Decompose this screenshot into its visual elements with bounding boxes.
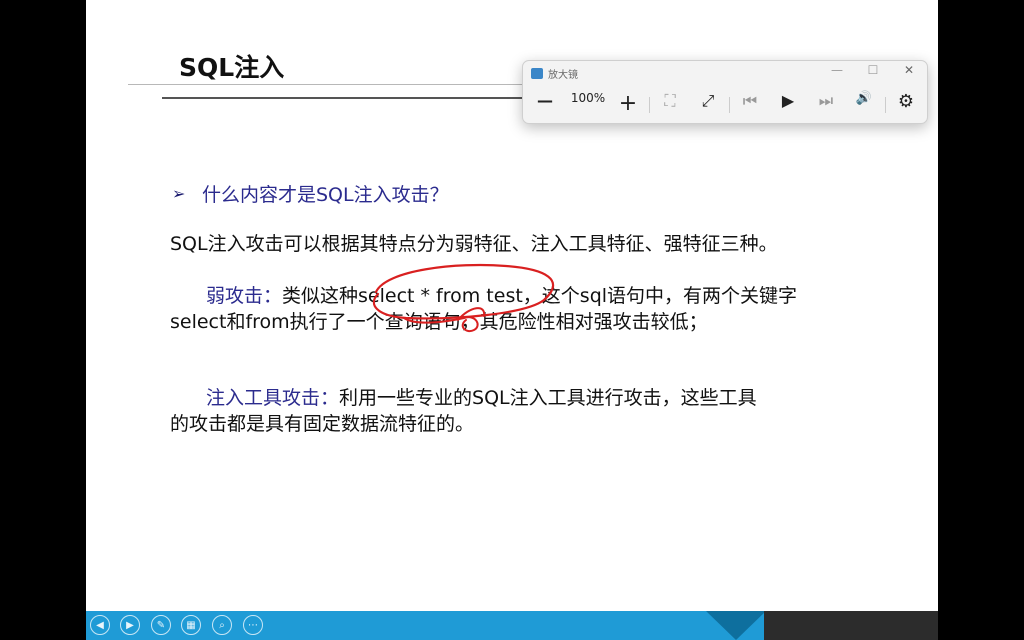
separator xyxy=(885,97,886,113)
tool-attack-line2: 的攻击都是具有固定数据流特征的。 xyxy=(170,413,475,435)
separator xyxy=(729,97,730,113)
expand-icon[interactable]: ⤢ xyxy=(696,91,720,111)
previous-slide-button[interactable]: ◀ xyxy=(90,615,110,635)
zoom-in-button[interactable]: + xyxy=(616,91,640,116)
pen-tool-button[interactable]: ✎ xyxy=(151,615,171,635)
bullet-heading: ➢ 什么内容才是SQL注入攻击？ xyxy=(172,180,449,207)
weak-attack-label: 弱攻击： xyxy=(206,285,283,307)
separator xyxy=(649,97,650,113)
zoom-level: 100% xyxy=(570,91,606,105)
footer-dark-band xyxy=(764,611,938,640)
more-options-button[interactable]: ⋯ xyxy=(243,615,263,635)
paragraph-weak-attack: 弱攻击：类似这种select * from test，这个sql语句中，有两个关… xyxy=(170,283,797,335)
magnifier-titlebar: 放大镜 xyxy=(531,66,578,81)
footer-decoration xyxy=(706,611,766,640)
minimize-button[interactable]: — xyxy=(825,63,849,77)
fit-screen-icon[interactable]: ⛶ xyxy=(658,91,682,111)
bullet-text: 什么内容才是SQL注入攻击？ xyxy=(202,184,449,206)
bullet-arrow-icon: ➢ xyxy=(172,184,186,203)
slide-grid-button[interactable]: ▦ xyxy=(181,615,201,635)
weak-attack-line2: select和from执行了一个查询语句，其危险性相对强攻击较低； xyxy=(170,311,708,333)
zoom-button[interactable]: ⌕ xyxy=(212,615,232,635)
slide-title: SQL注入 xyxy=(179,53,285,82)
paragraph-intro: SQL注入攻击可以根据其特点分为弱特征、注入工具特征、强特征三种。 xyxy=(170,233,778,255)
next-slide-button[interactable]: ▶ xyxy=(120,615,140,635)
play-icon[interactable]: ▶ xyxy=(776,91,800,110)
paragraph-tool-attack: 注入工具攻击：利用一些专业的SQL注入工具进行攻击，这些工具 的攻击都是具有固定… xyxy=(170,385,757,437)
read-from-here-icon[interactable]: 🔊 xyxy=(852,91,876,106)
magnifier-app-icon xyxy=(531,68,543,79)
magnifier-window: 放大镜 — ☐ ✕ — 100% + ⛶ ⤢ ⏮ ▶ ⏭ 🔊 ⚙ xyxy=(522,60,928,124)
tool-attack-label: 注入工具攻击： xyxy=(206,387,340,409)
close-button[interactable]: ✕ xyxy=(897,63,921,77)
settings-gear-icon[interactable]: ⚙ xyxy=(894,91,918,112)
magnifier-title: 放大镜 xyxy=(548,70,578,81)
weak-attack-line1: 类似这种select * from test，这个sql语句中，有两个关键字 xyxy=(282,285,798,307)
next-track-icon[interactable]: ⏭ xyxy=(814,91,838,111)
maximize-button[interactable]: ☐ xyxy=(861,63,885,77)
tool-attack-line1: 利用一些专业的SQL注入工具进行攻击，这些工具 xyxy=(339,387,757,409)
zoom-out-button[interactable]: — xyxy=(533,91,557,110)
previous-track-icon[interactable]: ⏮ xyxy=(738,91,762,111)
